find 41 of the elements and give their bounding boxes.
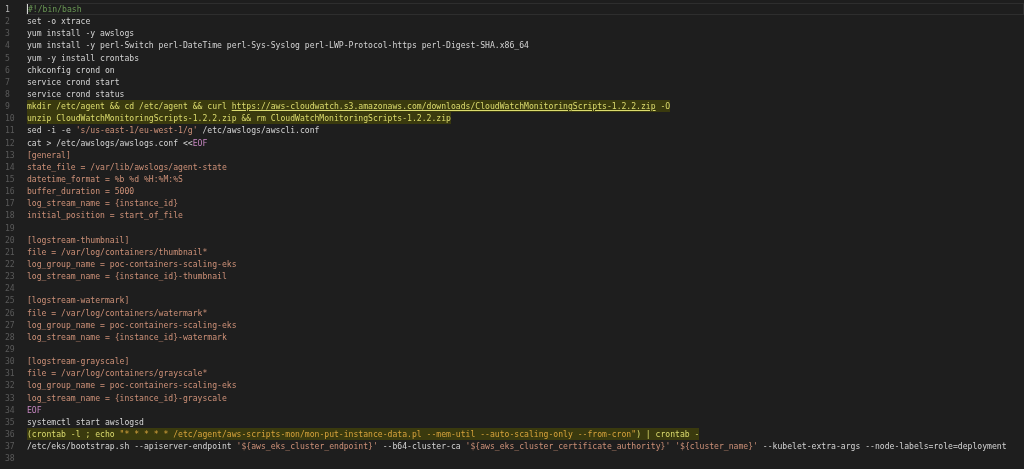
code-line: initial_position = start_of_file	[27, 209, 183, 222]
code-line: EOF	[27, 403, 42, 416]
code-line: file = /var/log/containers/watermark*	[27, 306, 208, 319]
code-line: buffer_duration = 5000	[27, 185, 135, 198]
code-line: #!/bin/bash	[28, 3, 82, 16]
text-cursor	[27, 4, 28, 15]
code-line: [logstream-thumbnail]	[27, 233, 130, 246]
code-line: sed -i -e 's/us-east-1/eu-west-1/g' /etc/awslogs/awscli.conf	[27, 124, 320, 137]
code-line: systemctl start awslogsd	[27, 415, 144, 428]
line-number: 29	[4, 342, 16, 356]
code-line: log_stream_name = {instance_id}-watermark	[27, 330, 227, 343]
code-line: datetime_format = %b %d %H:%M:%S	[27, 172, 183, 186]
code-line: [logstream-grayscale]	[27, 355, 130, 368]
code-line: yum -y install crontabs	[27, 51, 140, 64]
code-line: log_group_name = poc-containers-scaling-eks	[27, 318, 237, 331]
line-number: 19	[4, 221, 16, 234]
code-line: cat > /etc/awslogs/awslogs.conf <<EOF	[27, 136, 208, 149]
code-line: log_stream_name = {instance_id}	[27, 197, 179, 210]
code-line: service crond start	[27, 75, 120, 88]
line-number: 27	[4, 318, 16, 331]
code-line: log_stream_name = {instance_id}-thumbnail	[27, 270, 227, 283]
line-number: 37	[4, 440, 16, 453]
code-line: set -o xtrace	[27, 15, 91, 28]
code-line: file = /var/log/containers/grayscale*	[27, 367, 208, 380]
code-line: /etc/eks/bootstrap.sh --apiserver-endpoint '${aws_eks_cluster_endpoint}' --b64-cluster-ca '${aws_eks_cluster_certificate_authority}' '${cluster_name}' --kubelet-extra-args --node-labels=role=deployment	[27, 440, 1007, 453]
code-line: file = /var/log/containers/thumbnail*	[27, 245, 208, 258]
code-line: service crond status	[27, 88, 125, 101]
code-line: log_group_name = poc-containers-scaling-eks	[27, 379, 237, 392]
code-line: [logstream-watermark]	[27, 294, 130, 307]
code-line: log_group_name = poc-containers-scaling-eks	[27, 257, 237, 271]
code-line: [general]	[27, 148, 71, 161]
code-line: log_stream_name = {instance_id}-grayscale	[27, 391, 227, 404]
line-number: 1	[4, 3, 11, 16]
line-number: 11	[4, 124, 16, 137]
code-line: yum install -y awslogs	[27, 27, 135, 40]
line-number: 21	[4, 245, 16, 258]
line-number: 31	[4, 367, 16, 380]
code-line: state_file = /var/lib/awslogs/agent-state	[27, 160, 227, 173]
code-line: chkconfig crond on	[27, 63, 115, 76]
code-line: yum install -y perl-Switch perl-DateTime perl-Sys-Syslog perl-LWP-Protocol-https perl-Digest-SHA.x86_64	[27, 39, 529, 52]
line-number: 17	[4, 197, 16, 210]
